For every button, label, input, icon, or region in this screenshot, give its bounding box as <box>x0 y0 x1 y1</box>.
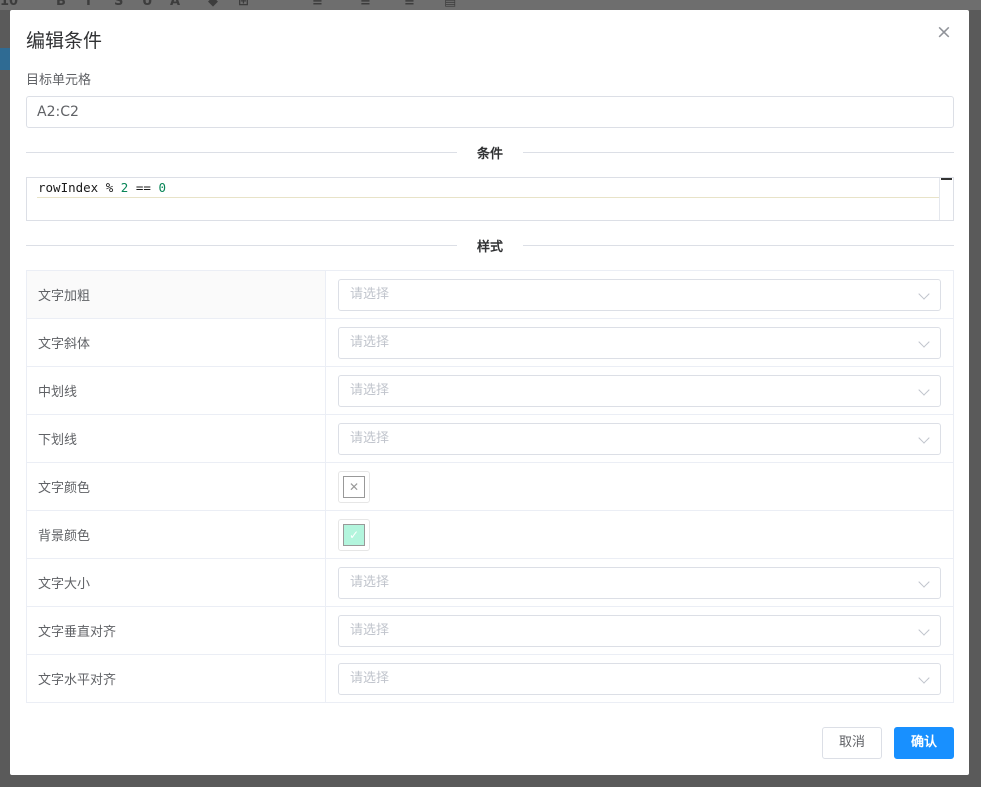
row-label: 下划线 <box>26 414 326 463</box>
x-icon: ✕ <box>343 475 365 498</box>
font-color-picker[interactable]: ✕ <box>338 470 370 503</box>
font-size-select[interactable]: 请选择 <box>338 566 941 599</box>
row-label: 文字颜色 <box>26 462 326 511</box>
border-icon: ⊞ <box>238 0 249 9</box>
chevron-down-icon <box>918 623 930 636</box>
style-row-bg-color: 背景颜色 ✓ <box>26 510 954 559</box>
horizontal-align-select[interactable]: 请选择 <box>338 662 941 695</box>
chevron-down-icon <box>918 383 930 396</box>
chevron-down-icon <box>918 671 930 684</box>
style-row-bold: 文字加粗 请选择 <box>26 270 954 319</box>
row-label: 文字加粗 <box>26 270 326 319</box>
chevron-down-icon <box>918 431 930 444</box>
condition-divider-text: 条件 <box>456 143 524 162</box>
dialog-title: 编辑条件 <box>26 30 103 52</box>
style-table: 文字加粗 请选择 文字斜体 请选择 中划线 请选择 下划线 请选择 文字颜色 ✕… <box>26 270 954 703</box>
font-color-icon: A <box>170 0 181 9</box>
code-prefix: rowIndex % <box>38 180 121 195</box>
style-divider-text: 样式 <box>456 236 524 255</box>
font-size-value: 10 <box>0 0 19 9</box>
strikethrough-icon: S <box>114 0 124 9</box>
select-placeholder: 请选择 <box>350 286 390 302</box>
chevron-down-icon <box>918 335 930 348</box>
confirm-button[interactable]: 确认 <box>894 727 954 759</box>
check-icon: ✓ <box>343 523 365 546</box>
style-row-strikethrough: 中划线 请选择 <box>26 366 954 415</box>
editor-gutter <box>27 178 37 220</box>
close-icon[interactable]: × <box>935 23 953 42</box>
select-placeholder: 请选择 <box>350 430 390 446</box>
align-icon: ≡ <box>312 0 323 9</box>
select-placeholder: 请选择 <box>350 670 390 686</box>
fill-color-icon: ◆ <box>208 0 218 9</box>
row-label: 文字大小 <box>26 558 326 607</box>
target-cell-label: 目标单元格 <box>26 73 92 88</box>
style-row-font-size: 文字大小 请选择 <box>26 558 954 607</box>
edit-condition-dialog: 编辑条件 × 目标单元格 条件 rowIndex % 2 == 0 样式 文字加… <box>10 10 969 775</box>
style-row-valign: 文字垂直对齐 请选择 <box>26 606 954 655</box>
row-label: 文字垂直对齐 <box>26 606 326 655</box>
code-number: 0 <box>158 180 166 195</box>
strikethrough-select[interactable]: 请选择 <box>338 374 941 407</box>
underline-icon: U <box>142 0 153 9</box>
chevron-down-icon <box>918 287 930 300</box>
bold-icon: B <box>56 0 66 9</box>
code-operator: == <box>128 180 159 195</box>
cancel-button[interactable]: 取消 <box>822 727 882 759</box>
row-label: 中划线 <box>26 366 326 415</box>
background-toolbar: 10 B I S U A ◆ ⊞ ≡ ≡ ≡ ▤ <box>0 0 981 10</box>
condition-divider: 条件 <box>26 143 954 162</box>
style-row-underline: 下划线 请选择 <box>26 414 954 463</box>
row-label: 背景颜色 <box>26 510 326 559</box>
bg-color-picker[interactable]: ✓ <box>338 518 370 551</box>
select-placeholder: 请选择 <box>350 334 390 350</box>
chevron-down-icon <box>918 575 930 588</box>
editor-active-line <box>37 179 939 198</box>
style-row-font-color: 文字颜色 ✕ <box>26 462 954 511</box>
editor-scrollbar[interactable] <box>939 178 953 220</box>
underline-select[interactable]: 请选择 <box>338 422 941 455</box>
condition-code: rowIndex % 2 == 0 <box>38 180 166 196</box>
row-label: 文字水平对齐 <box>26 654 326 703</box>
background-cell-highlight <box>0 48 10 70</box>
target-cell-input[interactable] <box>26 96 954 128</box>
condition-code-editor[interactable]: rowIndex % 2 == 0 <box>26 177 954 221</box>
italic-select[interactable]: 请选择 <box>338 326 941 359</box>
bold-select[interactable]: 请选择 <box>338 278 941 311</box>
wrap-icon: ≡ <box>404 0 415 9</box>
style-row-italic: 文字斜体 请选择 <box>26 318 954 367</box>
select-placeholder: 请选择 <box>350 574 390 590</box>
select-placeholder: 请选择 <box>350 622 390 638</box>
table-icon: ▤ <box>444 0 457 9</box>
style-divider: 样式 <box>26 236 954 255</box>
valign-icon: ≡ <box>360 0 371 9</box>
vertical-align-select[interactable]: 请选择 <box>338 614 941 647</box>
italic-icon: I <box>86 0 91 9</box>
style-row-halign: 文字水平对齐 请选择 <box>26 654 954 703</box>
select-placeholder: 请选择 <box>350 382 390 398</box>
row-label: 文字斜体 <box>26 318 326 367</box>
